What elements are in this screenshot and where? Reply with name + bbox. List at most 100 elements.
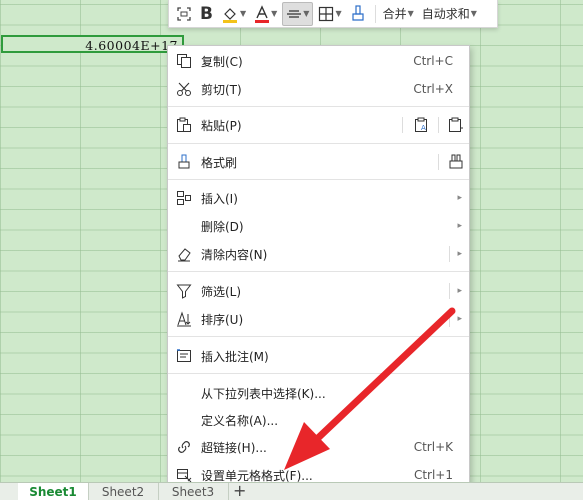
context-menu: 复制(C) Ctrl+C 剪切(T) Ctrl+X 粘贴(P) A 格式刷 插入… [167, 45, 470, 491]
mini-toolbar: B ▼ ▼ ▼ ▼ 合并 ▼ 自动求和 ▼ [168, 0, 498, 28]
sheet-tab-label: Sheet3 [171, 484, 215, 499]
menu-label: 排序(U) [201, 312, 244, 327]
chevron-down-icon: ▼ [303, 9, 310, 18]
submenu-arrow-icon: ▸ [457, 221, 462, 231]
toolbar-divider [374, 4, 376, 23]
sheet-tab-bar: Sheet1 Sheet2 Sheet3 + [0, 481, 583, 500]
eraser-icon [176, 246, 192, 262]
scissors-icon [176, 81, 192, 97]
sheet-tab-label: Sheet2 [101, 484, 145, 499]
menu-label: 格式刷 [201, 155, 238, 170]
menu-divider [168, 143, 469, 144]
bold-button[interactable]: B [197, 3, 216, 25]
menu-label: 定义名称(A)... [201, 413, 279, 428]
menu-vertical-divider [438, 154, 439, 170]
font-color-icon [255, 4, 270, 23]
select-cell-button[interactable] [173, 3, 195, 25]
menu-item-clear-contents[interactable]: 清除内容(N) ▸ [168, 241, 469, 267]
paste-text-only-icon[interactable]: A [414, 117, 430, 133]
sheet-tab-sheet3[interactable]: Sheet3 [158, 483, 229, 500]
svg-text:A: A [421, 124, 426, 132]
sheet-tab-sheet2[interactable]: Sheet2 [88, 483, 159, 500]
cell-value: 4.60004E+17 [85, 38, 178, 53]
chevron-down-icon: ▼ [470, 9, 477, 18]
sort-icon [176, 311, 192, 327]
border-icon [319, 6, 334, 21]
menu-item-hyperlink[interactable]: 超链接(H)... Ctrl+K [168, 434, 469, 460]
paint-bucket-icon [222, 7, 237, 23]
format-painter-icon [176, 154, 192, 170]
menu-item-paste[interactable]: 粘贴(P) A [168, 112, 469, 138]
submenu-arrow-icon: ▸ [457, 249, 462, 259]
paste-icon [176, 117, 192, 133]
menu-label: 复制(C) [201, 54, 243, 69]
menu-vertical-divider [449, 283, 450, 299]
menu-vertical-divider [449, 246, 450, 262]
menu-label: 从下拉列表中选择(K)... [201, 386, 326, 401]
menu-vertical-divider [402, 117, 403, 133]
align-center-button[interactable]: ▼ [282, 1, 314, 26]
menu-label: 插入(I) [201, 191, 238, 206]
sheet-tab-label: Sheet1 [29, 484, 77, 499]
link-icon [176, 439, 192, 455]
submenu-arrow-icon: ▸ [457, 286, 462, 296]
menu-item-delete[interactable]: 删除(D) ▸ [168, 213, 469, 239]
sheet-tab-sheet1[interactable]: Sheet1 [18, 483, 89, 500]
filter-funnel-icon [176, 283, 192, 299]
insert-cells-icon [176, 190, 192, 206]
chevron-down-icon: ▼ [335, 9, 342, 18]
comment-icon [176, 348, 192, 364]
align-center-icon [287, 9, 302, 18]
menu-item-pick-from-list[interactable]: 从下拉列表中选择(K)... [168, 380, 469, 406]
format-painter-options-icon[interactable] [448, 154, 464, 170]
submenu-arrow-icon: ▸ [457, 314, 462, 324]
format-cells-icon [176, 467, 192, 483]
menu-divider [168, 336, 469, 337]
bold-icon: B [200, 3, 213, 24]
menu-vertical-divider [438, 117, 439, 133]
chevron-down-icon: ▼ [271, 9, 278, 18]
add-sheet-icon[interactable]: + [233, 481, 246, 500]
paste-values-icon[interactable] [448, 117, 464, 133]
menu-item-sort[interactable]: 排序(U) ▸ [168, 306, 469, 332]
menu-item-insert-comment[interactable]: 插入批注(M) [168, 343, 469, 369]
menu-item-filter[interactable]: 筛选(L) ▸ [168, 278, 469, 304]
menu-divider [168, 179, 469, 180]
merge-button[interactable]: 合并 ▼ [380, 3, 417, 25]
chevron-down-icon: ▼ [239, 9, 247, 18]
autosum-label: 自动求和 [421, 7, 470, 21]
menu-item-cut[interactable]: 剪切(T) Ctrl+X [168, 76, 469, 102]
chevron-down-icon: ▼ [407, 9, 414, 18]
menu-item-format-painter[interactable]: 格式刷 [168, 149, 469, 175]
fill-color-button[interactable]: ▼ [218, 3, 249, 25]
menu-label: 删除(D) [201, 219, 244, 234]
menu-shortcut: Ctrl+K [413, 440, 453, 454]
menu-divider [168, 271, 469, 272]
cell-select-icon [177, 6, 191, 21]
menu-label: 清除内容(N) [201, 247, 268, 262]
menu-label: 粘贴(P) [201, 118, 242, 133]
copy-icon [176, 53, 192, 69]
menu-label: 插入批注(M) [201, 349, 269, 364]
submenu-arrow-icon: ▸ [457, 193, 462, 203]
menu-shortcut: Ctrl+C [413, 54, 453, 68]
selected-cell[interactable]: 4.60004E+17 [1, 35, 184, 53]
menu-divider [168, 373, 469, 374]
menu-label: 超链接(H)... [201, 440, 267, 455]
format-painter-button[interactable] [347, 3, 369, 25]
menu-shortcut: Ctrl+X [413, 82, 453, 96]
menu-divider [168, 106, 469, 107]
autosum-button[interactable]: 自动求和 ▼ [419, 3, 480, 25]
menu-shortcut: Ctrl+1 [413, 468, 453, 482]
menu-item-define-name[interactable]: 定义名称(A)... [168, 407, 469, 433]
merge-label: 合并 [382, 7, 407, 21]
format-painter-icon [351, 4, 364, 21]
menu-label: 筛选(L) [201, 284, 242, 299]
menu-item-copy[interactable]: 复制(C) Ctrl+C [168, 48, 469, 74]
border-button[interactable]: ▼ [315, 3, 344, 25]
font-color-button[interactable]: ▼ [251, 3, 280, 25]
menu-item-insert[interactable]: 插入(I) ▸ [168, 185, 469, 211]
menu-vertical-divider [449, 311, 450, 327]
menu-label: 设置单元格格式(F)... [201, 468, 313, 483]
menu-label: 剪切(T) [201, 82, 242, 97]
